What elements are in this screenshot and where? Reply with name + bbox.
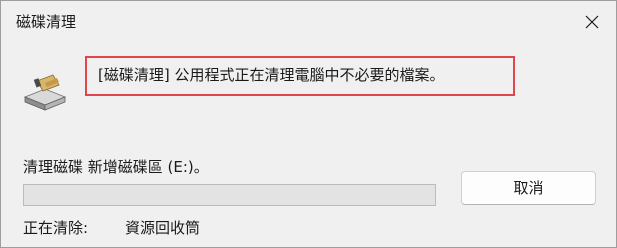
drive-status-text: 清理磁碟 新增磁碟區 (E:)。 <box>23 158 209 176</box>
close-button[interactable] <box>574 5 610 39</box>
progress-bar <box>23 184 436 206</box>
title-bar: 磁碟清理 <box>1 1 616 43</box>
disk-cleanup-icon <box>23 74 67 111</box>
window-title: 磁碟清理 <box>16 13 77 31</box>
cleaning-item-value: 資源回收筒 <box>125 219 201 237</box>
cleanup-message: [磁碟清理] 公用程式正在清理電腦中不必要的檔案。 <box>98 66 445 84</box>
disk-cleanup-dialog: 磁碟清理 [磁碟清理] 公用程式正在清理電腦中不必要的檔案。 清理磁碟 新增磁碟… <box>0 0 617 248</box>
cancel-button[interactable]: 取消 <box>461 171 596 205</box>
close-icon <box>585 15 599 29</box>
cleaning-label: 正在清除: <box>23 219 89 237</box>
